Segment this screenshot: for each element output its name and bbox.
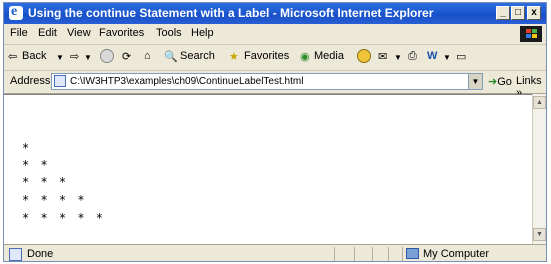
- output-row: * * *: [22, 175, 69, 189]
- status-divider: [402, 247, 403, 261]
- output-row: * * * * *: [22, 211, 106, 225]
- menu-tools[interactable]: Tools: [156, 27, 182, 39]
- media-icon[interactable]: ◉: [300, 50, 310, 63]
- page-content: * * * * * * * * * * * * * * *: [4, 94, 532, 244]
- status-bar: Done My Computer: [4, 244, 546, 261]
- close-button[interactable]: x: [527, 6, 541, 20]
- links-label: Links: [516, 75, 542, 87]
- menu-favorites[interactable]: Favorites: [99, 27, 144, 39]
- print-icon[interactable]: ⎙: [408, 50, 417, 63]
- menu-bar: File Edit View Favorites Tools Help: [4, 24, 546, 45]
- page-icon: [54, 75, 66, 87]
- go-button[interactable]: ➜Go: [488, 75, 512, 88]
- menu-view[interactable]: View: [67, 27, 91, 39]
- windows-logo-icon: [520, 26, 542, 42]
- vertical-scrollbar[interactable]: ▲ ▼: [532, 94, 546, 244]
- scroll-up-icon[interactable]: ▲: [533, 96, 546, 109]
- favorites-icon[interactable]: ★: [229, 50, 239, 63]
- search-button[interactable]: Search: [180, 50, 215, 62]
- go-label: Go: [497, 76, 512, 88]
- menu-edit[interactable]: Edit: [38, 27, 57, 39]
- mail-icon[interactable]: ✉: [378, 50, 387, 63]
- address-bar: Address C:\IW3HTP3\examples\ch09\Continu…: [4, 71, 546, 99]
- menu-help[interactable]: Help: [191, 27, 214, 39]
- my-computer-icon: [406, 248, 419, 259]
- menu-file[interactable]: File: [10, 27, 28, 39]
- forward-dropdown-icon[interactable]: ▼: [84, 53, 92, 62]
- output-row: * *: [22, 158, 50, 172]
- browser-window: e Using the continue Statement with a La…: [3, 2, 547, 262]
- status-divider: [354, 247, 355, 261]
- scroll-down-icon[interactable]: ▼: [533, 228, 546, 241]
- favorites-button[interactable]: Favorites: [244, 50, 289, 62]
- history-icon[interactable]: [357, 49, 371, 63]
- refresh-icon[interactable]: ⟳: [122, 50, 131, 63]
- forward-arrow-icon[interactable]: ⇨: [70, 50, 79, 63]
- back-button[interactable]: Back: [22, 50, 46, 62]
- address-dropdown-icon[interactable]: ▼: [468, 73, 483, 90]
- minimize-button[interactable]: _: [496, 6, 510, 20]
- media-button[interactable]: Media: [314, 50, 344, 62]
- title-bar[interactable]: e Using the continue Statement with a La…: [4, 3, 546, 24]
- home-icon[interactable]: ⌂: [144, 50, 151, 62]
- stop-icon[interactable]: [100, 49, 114, 63]
- status-divider: [388, 247, 389, 261]
- security-zone: My Computer: [406, 248, 489, 260]
- internet-explorer-icon: e: [9, 4, 23, 20]
- discuss-icon[interactable]: ▭: [456, 50, 466, 63]
- zone-label: My Computer: [423, 248, 490, 260]
- status-divider: [334, 247, 335, 261]
- back-arrow-icon[interactable]: ⇦: [8, 50, 17, 63]
- address-label: Address: [10, 75, 51, 87]
- standard-toolbar: ⇦ Back ▼ ⇨ ▼ ⟳ ⌂ 🔍 Search ★ Favorites ◉ …: [4, 45, 546, 71]
- back-dropdown-icon[interactable]: ▼: [56, 53, 64, 62]
- output-row: *: [22, 141, 32, 155]
- address-url[interactable]: C:\IW3HTP3\examples\ch09\ContinueLabelTe…: [70, 76, 303, 87]
- address-input[interactable]: C:\IW3HTP3\examples\ch09\ContinueLabelTe…: [51, 73, 469, 90]
- status-divider: [372, 247, 373, 261]
- output-row: * * * *: [22, 193, 87, 207]
- mail-dropdown-icon[interactable]: ▼: [394, 53, 402, 62]
- edit-dropdown-icon[interactable]: ▼: [443, 53, 451, 62]
- search-icon[interactable]: 🔍: [164, 50, 178, 63]
- window-title: Using the continue Statement with a Labe…: [28, 6, 434, 20]
- status-text: Done: [27, 248, 54, 260]
- maximize-button[interactable]: □: [511, 6, 525, 20]
- page-done-icon: [9, 248, 22, 261]
- edit-word-icon[interactable]: W: [427, 50, 437, 62]
- go-arrow-icon: ➜: [488, 76, 498, 88]
